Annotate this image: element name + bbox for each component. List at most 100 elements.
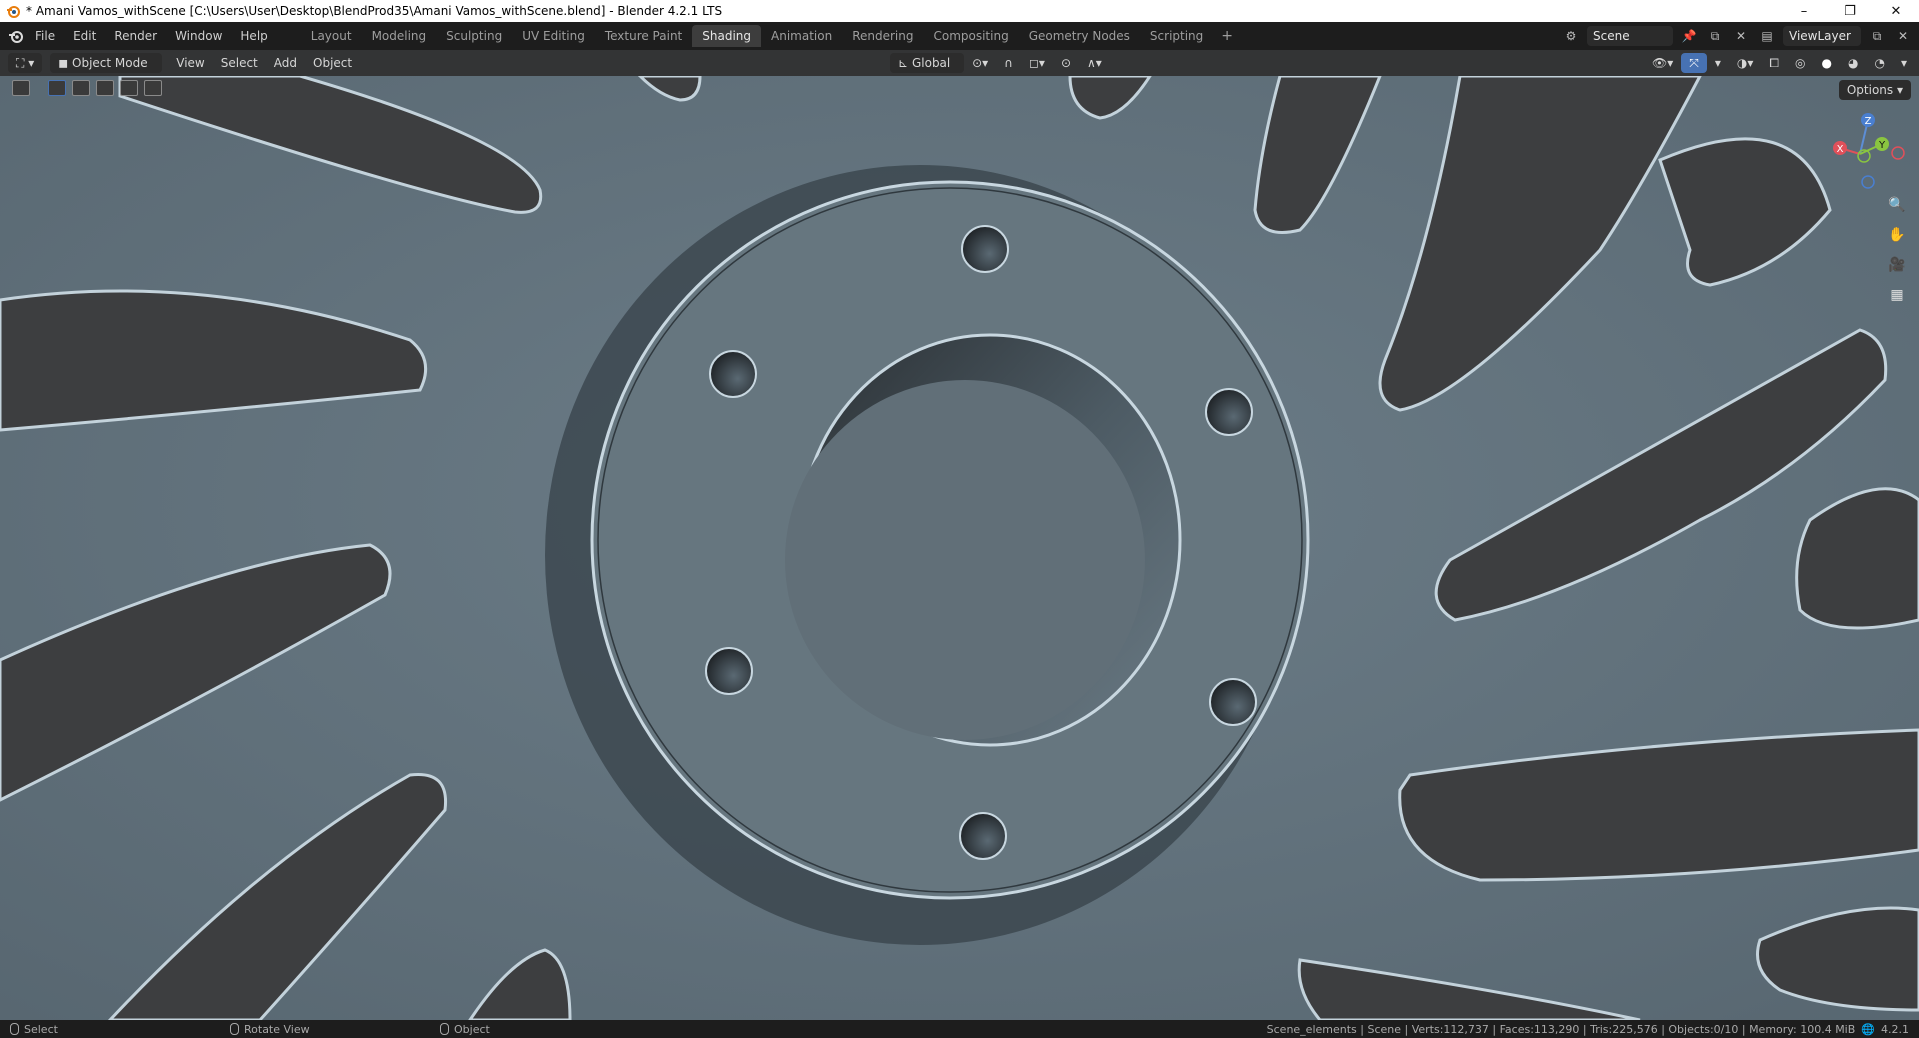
lug-hole bbox=[709, 350, 757, 398]
remove-scene-icon[interactable]: ✕ bbox=[1731, 26, 1751, 46]
lug-hole bbox=[705, 647, 753, 695]
tool-settings-row bbox=[12, 80, 162, 96]
restore-button[interactable]: ❐ bbox=[1827, 0, 1873, 22]
mode-label: Object Mode bbox=[72, 56, 148, 70]
xray-icon[interactable]: ⧠ bbox=[1761, 53, 1787, 73]
orientation-icon: ⊾ bbox=[898, 56, 912, 70]
grid-icon[interactable]: ▦ bbox=[1884, 282, 1910, 308]
select-box-mode-icon[interactable] bbox=[48, 80, 66, 96]
minimize-button[interactable]: – bbox=[1781, 0, 1827, 22]
tab-rendering[interactable]: Rendering bbox=[842, 25, 923, 47]
magnet-icon[interactable]: ∩ bbox=[996, 53, 1021, 73]
close-button[interactable]: ✕ bbox=[1873, 0, 1919, 22]
lug-hole bbox=[1205, 388, 1253, 436]
menu-view[interactable]: View bbox=[168, 53, 212, 73]
status-bar: Select Rotate View Object Scene_elements… bbox=[0, 1020, 1919, 1038]
wheel-render bbox=[0, 76, 1919, 1020]
zoom-icon[interactable]: 🔍 bbox=[1884, 192, 1910, 218]
scene-type-icon[interactable]: ⚙ bbox=[1561, 26, 1581, 46]
remove-view-layer-icon[interactable]: ✕ bbox=[1893, 26, 1913, 46]
mouse-left-icon bbox=[10, 1023, 19, 1035]
lug-hole bbox=[959, 812, 1007, 860]
tab-texture-paint[interactable]: Texture Paint bbox=[595, 25, 692, 47]
window-title: * Amani Vamos_withScene [C:\Users\User\D… bbox=[26, 4, 723, 18]
options-label: Options bbox=[1846, 83, 1894, 97]
overlays-icon[interactable]: ◑▾ bbox=[1729, 53, 1762, 73]
menu-add[interactable]: Add bbox=[266, 53, 305, 73]
menu-file[interactable]: File bbox=[26, 25, 64, 47]
scene-statistics: Scene_elements | Scene | Verts:112,737 |… bbox=[1266, 1022, 1856, 1036]
neg-x-axis-handle[interactable] bbox=[1891, 146, 1905, 160]
object-mode-icon: ◼ bbox=[58, 56, 73, 70]
navigation-gizmo[interactable]: Z X Y bbox=[1826, 108, 1908, 198]
z-axis-label: Z bbox=[1865, 116, 1872, 127]
new-view-layer-icon[interactable]: ⧉ bbox=[1867, 26, 1887, 46]
menu-edit[interactable]: Edit bbox=[64, 25, 105, 47]
snap-target-icon[interactable]: ◻▾ bbox=[1021, 53, 1053, 73]
status-object: Object bbox=[440, 1023, 490, 1036]
gizmo-toggle-icon[interactable]: ⤧ bbox=[1681, 53, 1707, 73]
menu-select[interactable]: Select bbox=[213, 53, 266, 73]
blender-version: 4.2.1 bbox=[1881, 1022, 1909, 1036]
viewport-header: ⛶ ▾ ◼ Object Mode ▾ View Select Add Obje… bbox=[0, 50, 1919, 90]
menu-object[interactable]: Object bbox=[305, 53, 360, 73]
status-rotate: Rotate View bbox=[230, 1023, 440, 1036]
view-layer-type-icon[interactable]: ▤ bbox=[1757, 26, 1777, 46]
tab-animation[interactable]: Animation bbox=[761, 25, 842, 47]
lug-hole bbox=[961, 225, 1009, 273]
orientation-label: Global bbox=[911, 56, 951, 70]
status-select: Select bbox=[10, 1023, 230, 1036]
camera-icon[interactable]: 🎥 bbox=[1884, 252, 1910, 278]
select-extend-icon[interactable] bbox=[72, 80, 90, 96]
gizmo-options-icon[interactable]: ▾ bbox=[1707, 53, 1729, 73]
new-scene-icon[interactable]: ⧉ bbox=[1705, 26, 1725, 46]
transform-orientation-dropdown[interactable]: ⊾ Global ▾ bbox=[890, 53, 965, 90]
view-layer-field[interactable]: ViewLayer bbox=[1783, 26, 1861, 46]
tab-compositing[interactable]: Compositing bbox=[923, 25, 1018, 47]
mouse-right-icon bbox=[440, 1023, 449, 1035]
scene-selectors: ⚙ Scene 📌 ⧉ ✕ ▤ ViewLayer ⧉ ✕ bbox=[1561, 22, 1919, 50]
y-axis-label: Y bbox=[1878, 140, 1886, 151]
material-shading-icon[interactable]: ◕ bbox=[1840, 53, 1866, 73]
shading-options-icon[interactable]: ▾ bbox=[1893, 53, 1915, 73]
mode-dropdown[interactable]: ◼ Object Mode ▾ bbox=[50, 53, 163, 90]
hand-icon[interactable]: ✋ bbox=[1884, 222, 1910, 248]
scene-name-field[interactable]: Scene bbox=[1587, 26, 1673, 46]
options-dropdown[interactable]: Options ▾ bbox=[1838, 80, 1911, 100]
tab-scripting[interactable]: Scripting bbox=[1140, 25, 1213, 47]
add-workspace-button[interactable]: + bbox=[1213, 28, 1241, 44]
3d-viewport[interactable] bbox=[0, 76, 1919, 1020]
editor-type-icon[interactable]: ⛶ ▾ bbox=[8, 53, 43, 73]
rendered-shading-icon[interactable]: ◔ bbox=[1866, 53, 1892, 73]
tab-geometry-nodes[interactable]: Geometry Nodes bbox=[1019, 25, 1140, 47]
blender-menu-icon[interactable] bbox=[6, 26, 26, 46]
select-intersect-icon[interactable] bbox=[144, 80, 162, 96]
neg-z-axis-handle[interactable] bbox=[1861, 175, 1875, 189]
falloff-icon[interactable]: ∧▾ bbox=[1079, 53, 1110, 73]
lug-hole bbox=[1209, 678, 1257, 726]
globe-icon: 🌐 bbox=[1861, 1022, 1875, 1036]
status-object-label: Object bbox=[454, 1022, 490, 1036]
status-rotate-label: Rotate View bbox=[244, 1022, 310, 1036]
tab-uv-editing[interactable]: UV Editing bbox=[512, 25, 595, 47]
visibility-icon[interactable]: 👁▾ bbox=[1644, 53, 1681, 73]
tab-shading[interactable]: Shading bbox=[692, 25, 761, 47]
tab-sculpting[interactable]: Sculpting bbox=[436, 25, 512, 47]
select-tool-icon[interactable] bbox=[12, 80, 30, 96]
select-subtract-icon[interactable] bbox=[96, 80, 114, 96]
proportional-edit-icon[interactable]: ⊙ bbox=[1053, 53, 1079, 73]
solid-shading-icon[interactable]: ● bbox=[1814, 53, 1840, 73]
select-invert-icon[interactable] bbox=[120, 80, 138, 96]
menu-window[interactable]: Window bbox=[166, 25, 231, 47]
pivot-point-icon[interactable]: ⊙▾ bbox=[964, 53, 996, 73]
menu-help[interactable]: Help bbox=[231, 25, 276, 47]
tab-modeling[interactable]: Modeling bbox=[362, 25, 437, 47]
wireframe-shading-icon[interactable]: ◎ bbox=[1787, 53, 1813, 73]
mouse-middle-icon bbox=[230, 1023, 239, 1035]
x-axis-label: X bbox=[1837, 144, 1844, 155]
pin-icon[interactable]: 📌 bbox=[1679, 26, 1699, 46]
menu-render[interactable]: Render bbox=[105, 25, 166, 47]
blender-logo-icon bbox=[7, 6, 20, 18]
chevron-down-icon: ▾ bbox=[1893, 83, 1903, 97]
tab-layout[interactable]: Layout bbox=[301, 25, 362, 47]
